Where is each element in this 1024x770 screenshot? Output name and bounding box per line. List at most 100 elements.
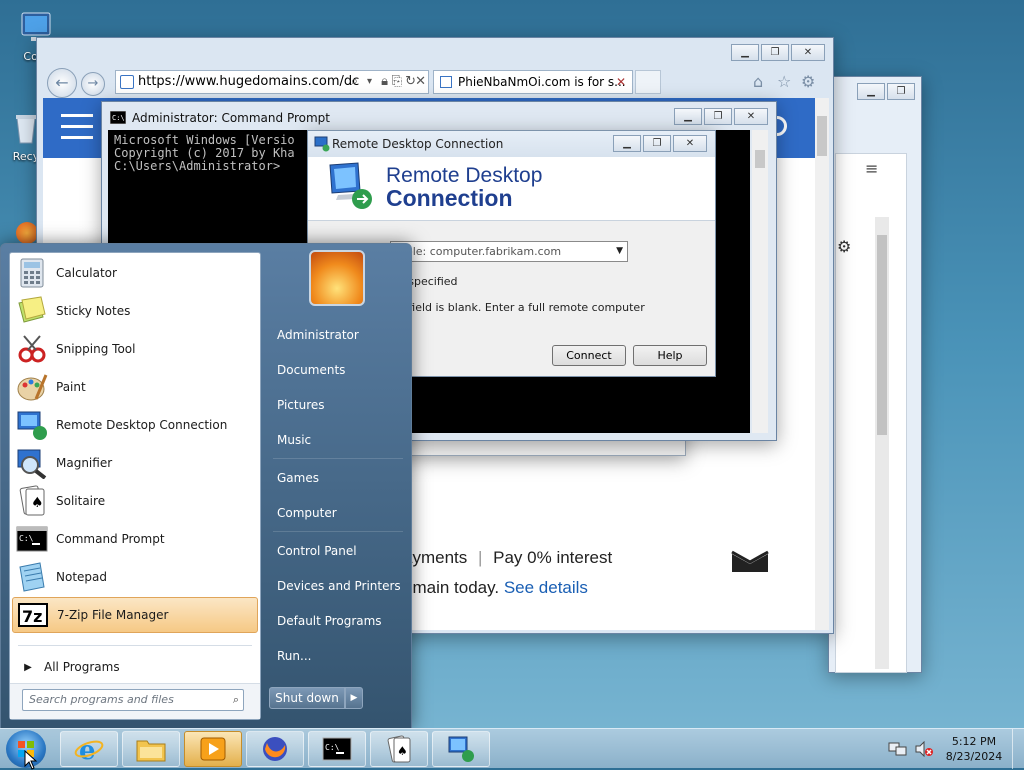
program-magnifier[interactable]: Magnifier	[12, 445, 258, 481]
minimize-button[interactable]: ▁	[857, 83, 885, 100]
program-label: Magnifier	[56, 456, 113, 470]
taskbar-firefox[interactable]	[246, 731, 304, 767]
program-solitaire[interactable]: ♠ Solitaire	[12, 483, 258, 519]
program-remote-desktop[interactable]: Remote Desktop Connection	[12, 407, 258, 443]
program-label: Paint	[56, 380, 86, 394]
program-paint[interactable]: Paint	[12, 369, 258, 405]
status-text: e field is blank. Enter a full remote co…	[398, 301, 645, 314]
rdc-banner-title: Remote Desktop Connection	[386, 165, 542, 210]
minimize-button[interactable]: ▁	[613, 135, 641, 152]
program-label: Command Prompt	[56, 532, 165, 546]
tab-active[interactable]: PhieNbaNmOi.com is for s... ✕	[433, 70, 633, 94]
see-details-link[interactable]: See details	[504, 578, 588, 597]
favorites-icon[interactable]: ☆	[777, 72, 791, 91]
notepad-icon	[19, 562, 45, 592]
firefox-icon	[263, 737, 287, 761]
payments-line: ayments | Pay 0% interest	[403, 548, 613, 567]
window-title: Administrator: Command Prompt	[132, 111, 330, 125]
taskbar-internet-explorer[interactable]: e	[60, 731, 118, 767]
help-button[interactable]: Help	[633, 345, 707, 366]
place-computer[interactable]: Computer	[269, 498, 409, 528]
program-7zip[interactable]: 7z 7-Zip File Manager	[12, 597, 258, 633]
background-window-content	[835, 153, 907, 673]
close-button[interactable]: ✕	[734, 108, 768, 125]
place-default-programs[interactable]: Default Programs	[269, 606, 409, 636]
search-placeholder: Search programs and files	[29, 693, 174, 706]
firefox-desktop-icon[interactable]	[16, 222, 38, 244]
program-label: Remote Desktop Connection	[56, 418, 228, 432]
place-documents[interactable]: Documents	[269, 355, 409, 385]
rdc-title-icon	[314, 136, 330, 152]
taskbar-file-explorer[interactable]	[122, 731, 180, 767]
scrollbar[interactable]	[875, 217, 889, 669]
sticky-notes-icon	[18, 296, 46, 323]
volume-muted-icon[interactable]	[914, 741, 934, 757]
certificate-icon[interactable]: ⎘	[392, 71, 402, 93]
user-avatar[interactable]	[309, 250, 365, 306]
close-button[interactable]: ✕	[673, 135, 707, 152]
taskbar-media-player[interactable]	[184, 731, 242, 767]
cmd-title-icon: C:\	[110, 111, 126, 124]
command-prompt-icon: C:\	[16, 526, 48, 552]
place-devices-and-printers[interactable]: Devices and Printers	[269, 571, 409, 601]
shutdown-button[interactable]: Shut down	[269, 687, 345, 709]
program-notepad[interactable]: Notepad	[12, 559, 258, 595]
paint-icon	[17, 374, 48, 401]
shutdown-options-button[interactable]: ▶	[345, 687, 363, 709]
taskbar-solitaire[interactable]: ♠	[370, 731, 428, 767]
search-input[interactable]: Search programs and files ⌕	[22, 689, 244, 711]
magnifier-icon	[17, 449, 47, 479]
dropdown-icon[interactable]: ▾	[367, 71, 372, 93]
start-menu[interactable]: Calculator Sticky Notes Snipping Tool Pa…	[0, 243, 412, 729]
all-programs-item[interactable]: ▶ All Programs	[12, 649, 258, 685]
place-pictures[interactable]: Pictures	[269, 390, 409, 420]
mail-icon[interactable]	[731, 550, 769, 574]
stop-icon[interactable]: ✕	[415, 71, 426, 93]
maximize-button[interactable]: ❐	[643, 135, 671, 152]
place-music[interactable]: Music	[269, 425, 409, 455]
search-icon[interactable]: ⌕	[351, 71, 358, 93]
tab-close-icon[interactable]: ✕	[616, 71, 626, 93]
show-desktop-button[interactable]	[1012, 729, 1024, 769]
new-tab-button[interactable]	[635, 70, 661, 94]
home-icon[interactable]: ⌂	[753, 72, 763, 91]
hamburger-menu-icon[interactable]	[61, 114, 93, 140]
address-bar[interactable]: https://www.hugedomains.com/dc ⌕ ▾ 🔒︎ ⎘ …	[115, 70, 429, 94]
maximize-button[interactable]: ❐	[761, 44, 789, 61]
console-scrollbar[interactable]	[752, 130, 768, 433]
tools-gear-icon[interactable]: ⚙	[801, 72, 815, 91]
forward-button[interactable]: →	[81, 72, 105, 96]
taskbar-remote-desktop[interactable]	[432, 731, 490, 767]
clock[interactable]: 5:12 PM 8/23/2024	[942, 734, 1006, 764]
minimize-button[interactable]: ▁	[674, 108, 702, 125]
program-snipping-tool[interactable]: Snipping Tool	[12, 331, 258, 367]
taskbar-command-prompt[interactable]: C:\	[308, 731, 366, 767]
maximize-button[interactable]: ❐	[704, 108, 732, 125]
place-games[interactable]: Games	[269, 463, 409, 493]
lock-icon[interactable]: 🔒︎	[381, 71, 388, 93]
back-button[interactable]: ←	[47, 68, 77, 98]
remote-desktop-icon	[448, 736, 474, 762]
divider	[273, 458, 403, 459]
computer-combobox[interactable]: mple: computer.fabrikam.com ▼	[390, 241, 628, 262]
menu-icon[interactable]: ≡	[865, 159, 878, 178]
chevron-down-icon[interactable]: ▼	[616, 242, 623, 261]
program-calculator[interactable]: Calculator	[12, 255, 258, 291]
network-icon[interactable]	[888, 741, 908, 757]
program-command-prompt[interactable]: C:\ Command Prompt	[12, 521, 258, 557]
connect-button[interactable]: Connect	[552, 345, 626, 366]
place-control-panel[interactable]: Control Panel	[269, 536, 409, 566]
place-run[interactable]: Run...	[269, 641, 409, 671]
program-sticky-notes[interactable]: Sticky Notes	[12, 293, 258, 329]
gear-icon[interactable]: ⚙	[837, 237, 851, 256]
7zip-icon: 7z	[18, 603, 48, 627]
maximize-button[interactable]: ❐	[887, 83, 915, 100]
background-window[interactable]: ▁ ❐ ≡ ⚙	[828, 76, 922, 673]
program-label: Snipping Tool	[56, 342, 136, 356]
browser-scrollbar[interactable]	[815, 98, 829, 630]
minimize-button[interactable]: ▁	[731, 44, 759, 61]
close-button[interactable]: ✕	[791, 44, 825, 61]
place-administrator[interactable]: Administrator	[269, 320, 409, 350]
window-title: Remote Desktop Connection	[332, 137, 504, 151]
solitaire-icon: ♠	[387, 735, 411, 763]
